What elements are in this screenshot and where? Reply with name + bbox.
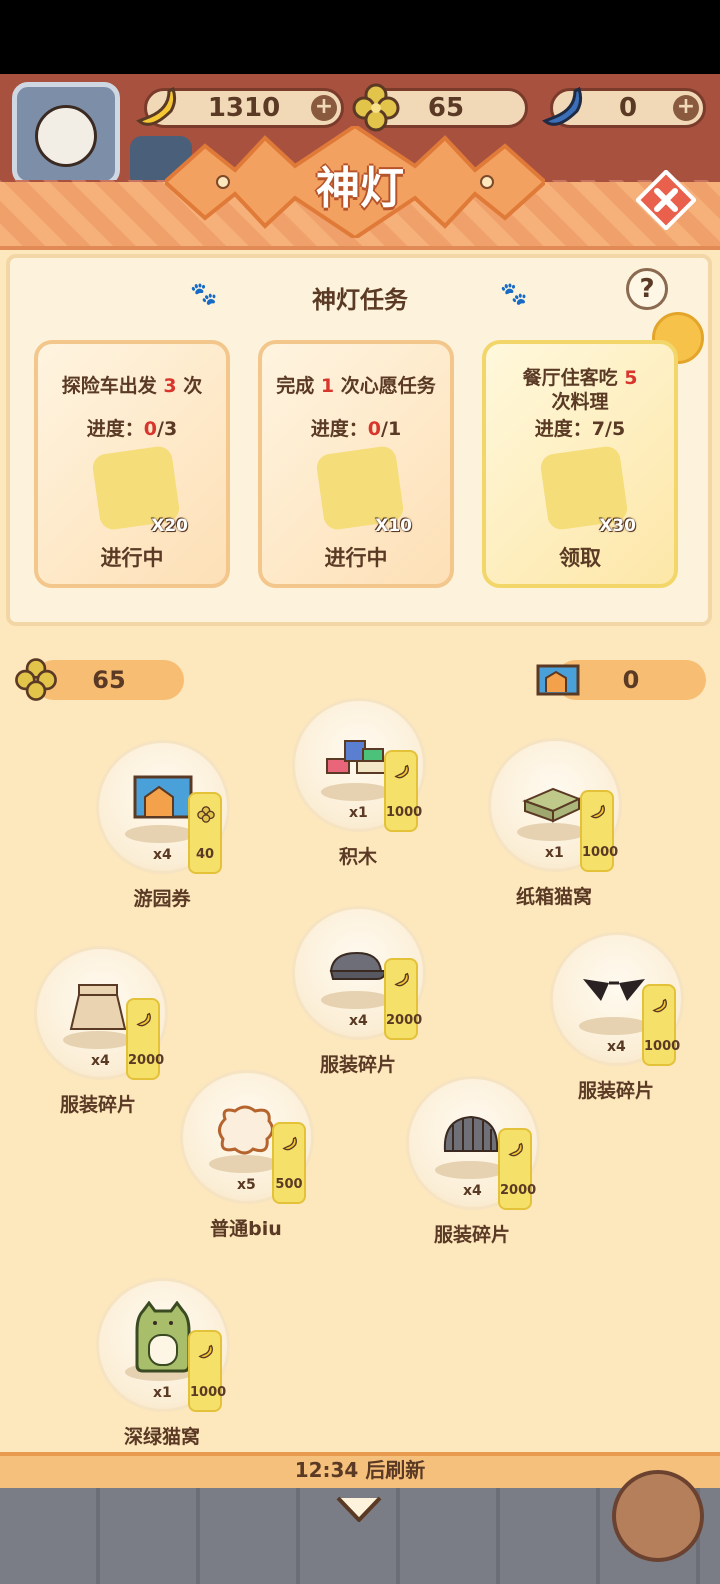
item-name: 游园券 (133, 888, 191, 910)
item-name: 纸箱猫窝 (515, 886, 592, 908)
item-price: 2000 (500, 1183, 537, 1198)
task-panel-title: 神灯任务 (312, 286, 408, 314)
clothing-hat-icon (443, 1115, 499, 1152)
clover-count: 65 (427, 93, 465, 123)
item-quantity: x4 (349, 1013, 368, 1029)
item-price: 2000 (386, 1013, 423, 1028)
reward-amount: X20 (151, 516, 188, 536)
ticket-balance: 0 (536, 660, 706, 700)
item-price: 500 (275, 1177, 303, 1192)
yarn-ball-icon[interactable] (612, 1470, 704, 1562)
item-price: 1000 (386, 805, 423, 820)
task-status: 进行中 (100, 546, 164, 570)
banana-icon (508, 1142, 523, 1157)
price-tag[interactable]: 1000 (384, 750, 423, 832)
banana-icon (652, 998, 667, 1013)
paw-icon: 🐾 (500, 282, 528, 307)
task-title: 餐厅住客吃 5 次料理 (522, 367, 638, 413)
banana-icon (590, 804, 605, 819)
item-quantity: x5 (237, 1177, 256, 1193)
green-cat-bed-icon (135, 1301, 191, 1373)
add-banana-button[interactable]: + (311, 95, 337, 121)
task-card[interactable]: 完成 1 次心愿任务 进度：0/1 X10 进行中 (258, 340, 454, 588)
biu-cookie-icon (218, 1105, 274, 1155)
price-tag[interactable]: 1000 (642, 984, 681, 1066)
reward-amount: X10 (375, 516, 412, 536)
banana-counter: 1310 + (136, 86, 344, 128)
item-name: 积木 (338, 846, 377, 868)
clover-balance-value: 65 (92, 666, 126, 694)
item-quantity: x4 (153, 847, 172, 863)
close-icon[interactable] (636, 170, 696, 230)
item-price: 40 (195, 847, 215, 862)
task-progress: 进度：0/3 (86, 418, 178, 440)
item-name: 深绿猫窝 (123, 1426, 200, 1448)
price-tag[interactable]: 2000 (384, 958, 423, 1040)
price-tag[interactable]: 1000 (188, 1330, 227, 1412)
help-button[interactable]: ? (626, 268, 668, 310)
task-title: 完成 1 次心愿任务 (276, 375, 436, 397)
clover-icon (197, 806, 215, 823)
clothing-cap-icon (329, 951, 387, 980)
item-quantity: x1 (349, 805, 368, 821)
banana-icon (394, 972, 409, 987)
clover-counter: 65 (352, 83, 528, 132)
blue-banana-count: 0 (618, 93, 638, 123)
park-ticket-icon (536, 664, 580, 696)
task-card-claimable[interactable]: 餐厅住客吃 5 次料理 进度：7/5 X30 领取 (482, 340, 678, 588)
item-name: 服装碎片 (577, 1080, 654, 1102)
item-name: 普通biu (210, 1218, 282, 1240)
cardboard-cat-bed-icon (522, 787, 582, 823)
clover-balance: 65 (15, 658, 184, 701)
price-tag[interactable]: 1000 (580, 790, 619, 872)
ticket-balance-value: 0 (622, 666, 640, 694)
price-tag[interactable]: 500 (272, 1122, 306, 1204)
task-title: 探险车出发 3 次 (61, 375, 203, 397)
item-price: 1000 (190, 1385, 227, 1400)
task-status: 进行中 (324, 546, 388, 570)
modal-title: 神灯 (316, 163, 404, 214)
building-blocks-icon (326, 740, 388, 774)
item-quantity: x4 (607, 1039, 626, 1055)
task-progress: 进度：7/5 (534, 418, 626, 440)
item-quantity: x1 (545, 845, 564, 861)
task-card[interactable]: 探险车出发 3 次 进度：0/3 X20 进行中 (34, 340, 230, 588)
clover-icon (15, 658, 57, 701)
park-ticket-icon (133, 775, 193, 819)
item-name: 服装碎片 (319, 1054, 396, 1076)
task-progress: 进度：0/1 (310, 418, 402, 440)
item-name: 服装碎片 (59, 1094, 136, 1116)
claim-button[interactable]: 领取 (486, 542, 674, 572)
banana-icon (198, 1344, 213, 1359)
banana-icon (394, 764, 409, 779)
item-quantity: x4 (91, 1053, 110, 1069)
item-quantity: x1 (153, 1385, 172, 1401)
price-tag[interactable]: 2000 (498, 1128, 537, 1210)
item-name: 服装碎片 (433, 1224, 510, 1246)
price-tag[interactable]: 40 (188, 792, 222, 874)
refresh-timer: 12:34 后刷新 (294, 1458, 426, 1482)
chevron-down-icon[interactable] (334, 1494, 384, 1524)
reward-amount: X30 (599, 516, 636, 536)
item-quantity: x4 (463, 1183, 482, 1199)
banana-count: 1310 (207, 93, 281, 123)
item-price: 1000 (582, 845, 619, 860)
item-price: 2000 (128, 1053, 165, 1068)
price-tag[interactable]: 2000 (126, 998, 165, 1080)
blue-banana-counter: 0 + (542, 86, 706, 128)
banana-icon (282, 1136, 297, 1151)
item-price: 1000 (644, 1039, 681, 1054)
add-blue-banana-button[interactable]: + (673, 95, 699, 121)
clothing-sunglasses-icon (583, 979, 645, 1001)
banana-icon (136, 1012, 151, 1027)
clothing-skirt-icon (69, 984, 127, 1030)
